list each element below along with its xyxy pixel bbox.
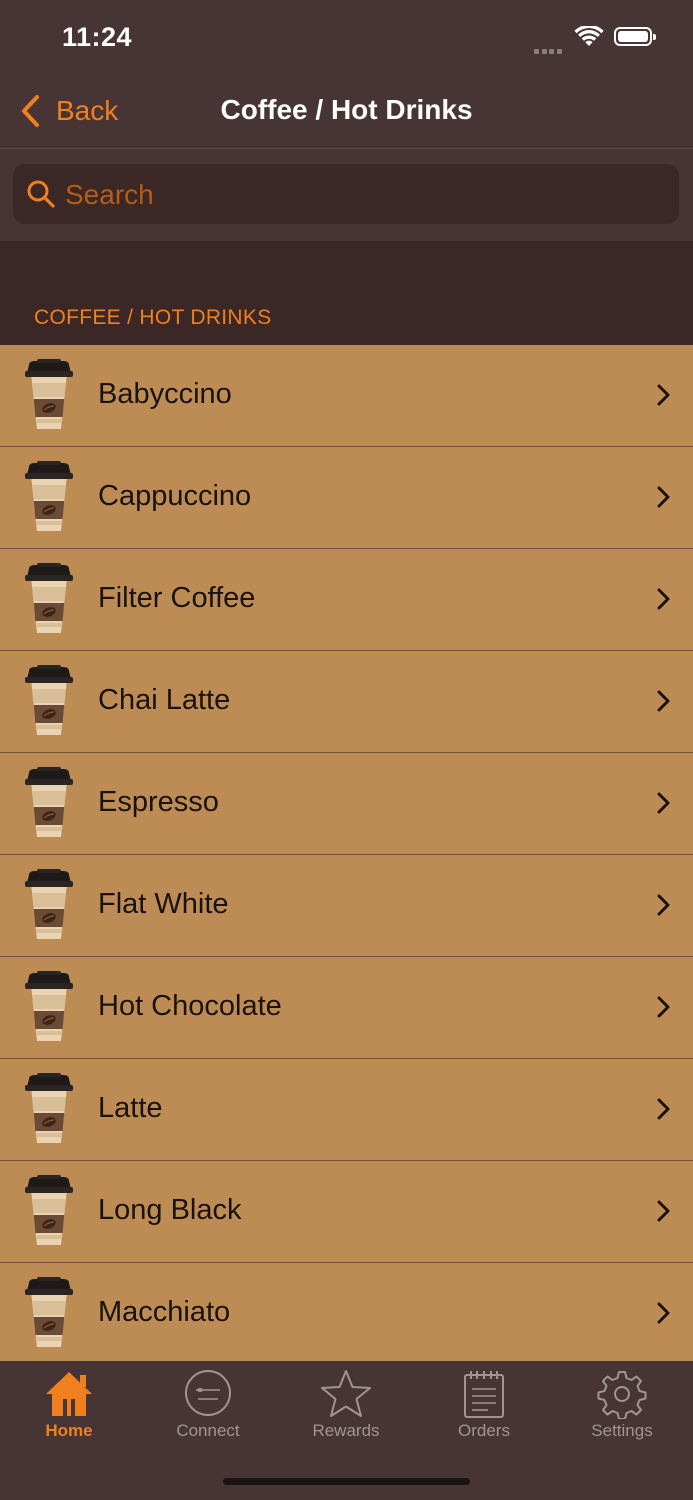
navigation-bar: Back Coffee / Hot Drinks xyxy=(0,75,693,149)
coffee-cup-icon xyxy=(25,971,73,1041)
tab-orders[interactable]: Orders xyxy=(415,1361,553,1451)
tab-settings-label: Settings xyxy=(591,1421,653,1440)
list-item-label: Flat White xyxy=(98,888,229,920)
tab-rewards[interactable]: Rewards xyxy=(277,1361,415,1451)
notepad-icon xyxy=(464,1371,504,1418)
list-item-label: Latte xyxy=(98,1092,163,1124)
wifi-icon xyxy=(574,26,604,46)
list-item[interactable]: Macchiato xyxy=(0,1263,693,1361)
list-item-label: Hot Chocolate xyxy=(98,990,282,1022)
tab-rewards-label: Rewards xyxy=(312,1421,380,1440)
search-container xyxy=(0,149,693,241)
chevron-right-icon xyxy=(657,690,670,712)
tab-settings[interactable]: Settings xyxy=(553,1361,691,1451)
coffee-cup-icon xyxy=(25,461,73,531)
list-item-label: Filter Coffee xyxy=(98,582,256,614)
list-item-label: Long Black xyxy=(98,1194,242,1226)
list-item[interactable]: Long Black xyxy=(0,1161,693,1263)
drinks-list: Babyccino Cappuccino Filter Coffee Chai … xyxy=(0,345,693,1361)
coffee-cup-icon xyxy=(25,767,73,837)
battery-icon xyxy=(614,27,656,46)
connect-logo-icon xyxy=(185,1370,231,1416)
search-bar[interactable] xyxy=(13,164,679,226)
section-title: COFFEE / HOT DRINKS xyxy=(34,306,272,329)
list-item-label: Macchiato xyxy=(98,1296,231,1328)
tab-connect[interactable]: Connect xyxy=(139,1361,277,1451)
chevron-right-icon xyxy=(657,384,670,406)
list-item[interactable]: Latte xyxy=(0,1059,693,1161)
list-item[interactable]: Chai Latte xyxy=(0,651,693,753)
star-icon xyxy=(321,1370,371,1417)
tab-bar: Home Connect Rewards Orders Settings xyxy=(0,1361,693,1500)
chevron-right-icon xyxy=(657,1302,670,1324)
status-time: 11:24 xyxy=(62,22,133,52)
home-indicator xyxy=(223,1478,470,1485)
status-bar: 11:24 xyxy=(0,0,693,75)
coffee-cup-icon xyxy=(25,1073,73,1143)
list-item-label: Babyccino xyxy=(98,378,232,410)
tab-connect-label: Connect xyxy=(176,1421,240,1440)
search-icon xyxy=(27,180,55,208)
chevron-right-icon xyxy=(657,894,670,916)
chevron-right-icon xyxy=(657,996,670,1018)
chevron-right-icon xyxy=(657,1200,670,1222)
section-header: COFFEE / HOT DRINKS xyxy=(0,241,693,345)
tab-home-label: Home xyxy=(45,1421,93,1440)
coffee-cup-icon xyxy=(25,869,73,939)
coffee-cup-icon xyxy=(25,1277,73,1347)
gear-icon xyxy=(597,1371,647,1419)
coffee-cup-icon xyxy=(25,563,73,633)
list-item[interactable]: Filter Coffee xyxy=(0,549,693,651)
coffee-cup-icon xyxy=(25,665,73,735)
tab-orders-label: Orders xyxy=(458,1421,510,1440)
page-title: Coffee / Hot Drinks xyxy=(220,94,473,125)
list-item[interactable]: Cappuccino xyxy=(0,447,693,549)
tab-home[interactable]: Home xyxy=(0,1361,138,1451)
chevron-right-icon xyxy=(657,1098,670,1120)
coffee-cup-icon xyxy=(25,1175,73,1245)
search-input[interactable] xyxy=(63,164,667,226)
chevron-right-icon xyxy=(657,588,670,610)
list-item[interactable]: Babyccino xyxy=(0,345,693,447)
list-item-label: Espresso xyxy=(98,786,219,818)
cellular-signal-icon xyxy=(534,41,564,59)
chevron-right-icon xyxy=(657,792,670,814)
list-item[interactable]: Flat White xyxy=(0,855,693,957)
home-icon xyxy=(46,1372,92,1416)
list-item[interactable]: Espresso xyxy=(0,753,693,855)
coffee-cup-icon xyxy=(25,359,73,429)
chevron-right-icon xyxy=(657,486,670,508)
list-item-label: Chai Latte xyxy=(98,684,231,716)
list-item[interactable]: Hot Chocolate xyxy=(0,957,693,1059)
list-item-label: Cappuccino xyxy=(98,480,252,512)
